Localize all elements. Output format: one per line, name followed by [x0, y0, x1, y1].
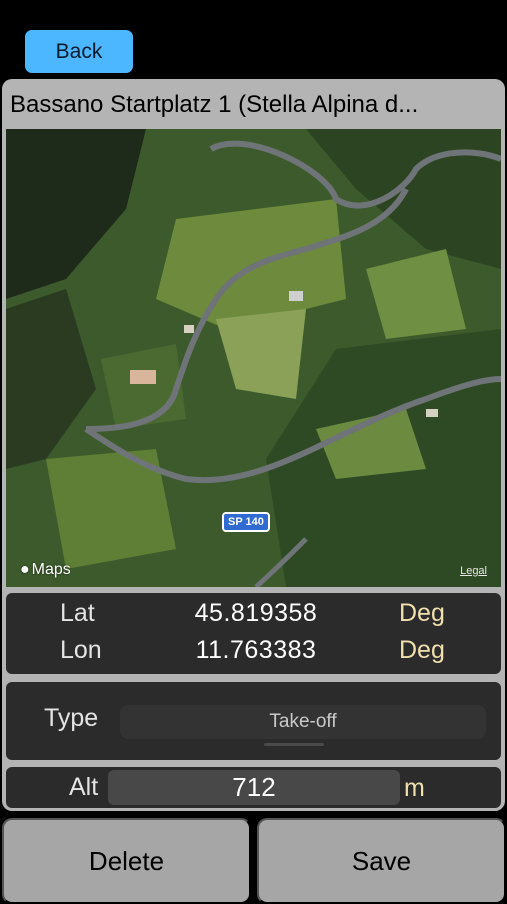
longitude-row: Lon 11.763383 Deg — [6, 636, 501, 673]
save-button[interactable]: Save — [257, 818, 506, 904]
type-label: Type — [44, 704, 99, 732]
back-button[interactable]: Back — [25, 30, 133, 73]
maps-label: Maps — [31, 561, 71, 578]
type-card: Type Take-off — [6, 682, 501, 760]
lon-label: Lon — [60, 636, 102, 664]
maps-attribution: ● Maps — [20, 561, 71, 579]
page-title: Bassano Startplatz 1 (Stella Alpina d... — [10, 91, 419, 118]
lat-unit: Deg — [399, 599, 445, 627]
delete-button[interactable]: Delete — [2, 818, 251, 904]
road-badge: SP 140 — [222, 512, 270, 532]
altitude-card: Alt 712 m — [6, 767, 501, 808]
satellite-map[interactable]: SP 140 ● Maps Legal — [6, 129, 501, 587]
legal-link[interactable]: Legal — [460, 565, 487, 577]
lon-unit: Deg — [399, 636, 445, 664]
lat-label: Lat — [60, 599, 95, 627]
lon-value: 11.763383 — [195, 636, 317, 664]
latitude-row: Lat 45.819358 Deg — [6, 599, 501, 636]
altitude-input[interactable]: 712 — [108, 770, 400, 805]
alt-label: Alt — [69, 773, 99, 801]
lat-value: 45.819358 — [194, 599, 318, 627]
coordinates-card: Lat 45.819358 Deg Lon 11.763383 Deg — [6, 593, 501, 674]
alt-unit: m — [404, 774, 425, 802]
type-picker[interactable]: Take-off — [120, 705, 486, 739]
picker-scroll-indicator — [264, 743, 324, 746]
apple-logo-icon: ● — [20, 561, 30, 578]
